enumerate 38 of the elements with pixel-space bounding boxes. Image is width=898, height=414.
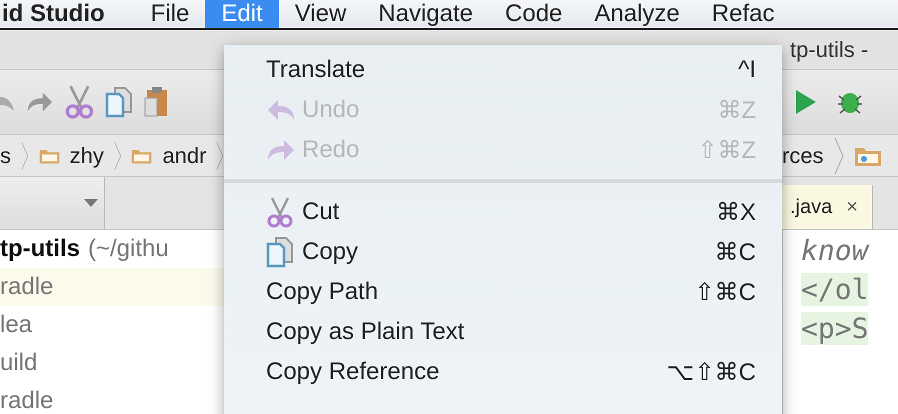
breadcrumb-item[interactable]: zhy: [70, 142, 104, 168]
menu-title[interactable]: Analyze: [578, 0, 696, 28]
tree-item[interactable]: lea: [0, 311, 32, 339]
menu-item[interactable]: Cut ⌘X: [224, 192, 782, 232]
menu-item[interactable]: Copy Reference ⌥⇧⌘C: [224, 352, 782, 392]
redo-icon[interactable]: [26, 90, 54, 114]
breadcrumb-item[interactable]: andr: [162, 142, 206, 168]
view-dropdown[interactable]: [0, 177, 105, 229]
close-icon[interactable]: ×: [846, 196, 858, 218]
run-icon[interactable]: [794, 88, 818, 116]
menu-title[interactable]: Navigate: [362, 0, 490, 28]
tree-item[interactable]: radle: [0, 273, 54, 301]
menu-title[interactable]: Code: [489, 0, 578, 28]
app-menu[interactable]: id Studio: [0, 0, 135, 28]
breadcrumb-item[interactable]: s: [0, 142, 11, 168]
copy-icon: [104, 86, 133, 118]
menu-item[interactable]: Copy as Plain Text: [224, 312, 782, 352]
tree-item[interactable]: uild: [0, 349, 38, 377]
code-line: know: [801, 234, 868, 267]
breadcrumb-item[interactable]: rces: [782, 142, 824, 168]
window-title: tp-utils -: [790, 36, 868, 62]
chevron-icon: [834, 136, 844, 176]
scissors-icon: [64, 84, 95, 120]
project-path: (~/githu: [88, 235, 169, 263]
scissors-icon: [266, 196, 294, 228]
menu-item[interactable]: Copy Path ⇧⌘C: [224, 272, 782, 312]
editor-tab[interactable]: .java ×: [782, 185, 873, 229]
menu-title[interactable]: View: [278, 0, 362, 28]
tree-item[interactable]: radle: [0, 387, 54, 414]
copy-icon: [266, 236, 294, 268]
menu-item[interactable]: Copy ⌘C: [224, 232, 782, 272]
caret-icon: [84, 199, 98, 207]
undo-icon: [266, 98, 296, 122]
menu-title[interactable]: File: [134, 0, 206, 28]
menu-item[interactable]: Translate ^I: [224, 50, 782, 90]
menu-title[interactable]: Refac: [696, 0, 790, 28]
project-name: tp-utils: [0, 235, 80, 263]
redo-icon: [266, 138, 296, 162]
